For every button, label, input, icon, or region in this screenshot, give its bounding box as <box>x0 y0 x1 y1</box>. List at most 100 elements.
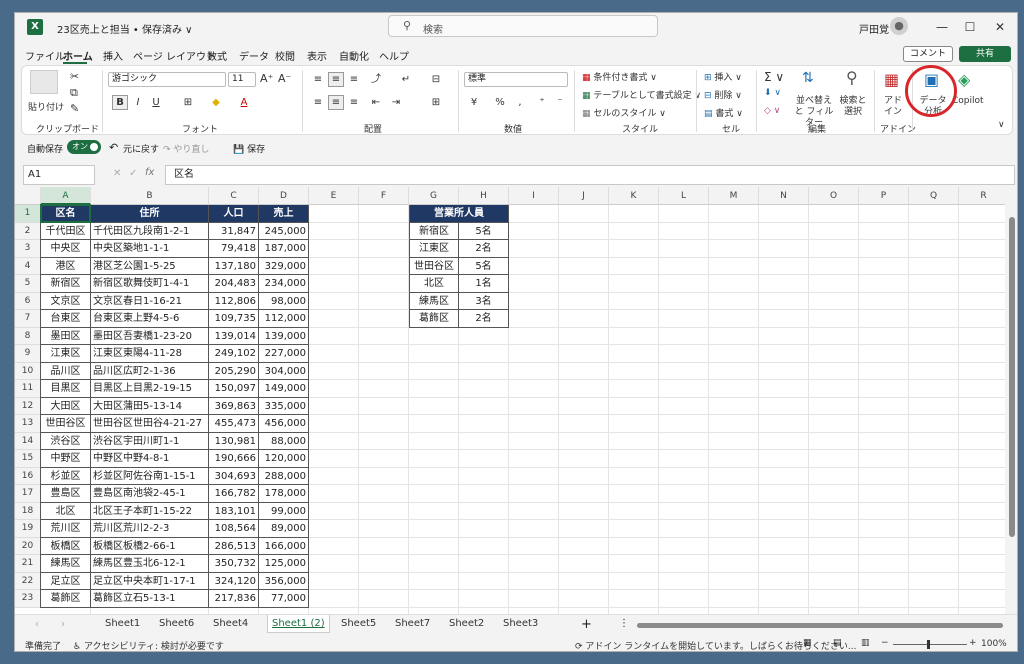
table-cell[interactable]: 183,101 <box>209 502 259 520</box>
menu-tab[interactable]: ページ レイアウト <box>133 48 216 63</box>
delete-cells-button[interactable]: ⊟ 削除 ∨ <box>704 88 742 101</box>
table-cell[interactable]: 目黒区上目黒2-19-15 <box>91 380 209 398</box>
table-cell[interactable]: 89,000 <box>259 520 309 538</box>
table-cell[interactable]: 234,000 <box>259 275 309 293</box>
table-cell[interactable]: 足立区中央本町1-17-1 <box>91 572 209 590</box>
copy-icon[interactable]: ⧉ <box>70 86 78 100</box>
table-cell[interactable]: 中野区中野4-8-1 <box>91 450 209 468</box>
fx-icon[interactable]: fx <box>145 167 154 178</box>
search-box[interactable]: ⚲ 検索 <box>388 15 658 37</box>
find-select-button[interactable]: 検索と 選択 <box>838 96 868 118</box>
table-cell[interactable]: 79,418 <box>209 240 259 258</box>
column-header[interactable]: A <box>41 187 91 205</box>
table-cell[interactable]: 荒川区 <box>41 520 91 538</box>
table-cell[interactable]: 77,000 <box>259 590 309 608</box>
table-cell[interactable]: 304,693 <box>209 467 259 485</box>
percent-icon[interactable]: % <box>492 95 508 110</box>
cell-styles-button[interactable]: ▦ セルのスタイル ∨ <box>582 106 666 119</box>
format-cells-button[interactable]: ▤ 書式 ∨ <box>704 106 743 119</box>
font-size-select[interactable]: 11 <box>228 72 256 87</box>
row-header[interactable]: 4 <box>15 257 41 275</box>
menu-tab[interactable]: データ <box>239 48 269 63</box>
table-cell[interactable]: 新宿区歌舞伎町1-4-1 <box>91 275 209 293</box>
table-cell[interactable]: 練馬区 <box>41 555 91 573</box>
staff-table-cell[interactable]: 2名 <box>459 310 509 328</box>
table-cell[interactable]: 練馬区豊玉北6-12-1 <box>91 555 209 573</box>
menu-tab[interactable]: 校閲 <box>275 48 295 63</box>
table-cell[interactable]: 葛飾区 <box>41 590 91 608</box>
table-cell[interactable]: 112,000 <box>259 310 309 328</box>
align-right-icon[interactable]: ≡ <box>346 95 362 110</box>
table-cell[interactable]: 品川区 <box>41 362 91 380</box>
staff-table-cell[interactable]: 世田谷区 <box>409 257 459 275</box>
table-cell[interactable]: 130,981 <box>209 432 259 450</box>
table-cell[interactable]: 356,000 <box>259 572 309 590</box>
table-cell[interactable]: 139,014 <box>209 327 259 345</box>
column-header[interactable]: E <box>309 187 359 205</box>
italic-button[interactable]: I <box>130 95 146 110</box>
maximize-button[interactable]: ☐ <box>955 17 985 37</box>
align-center-icon[interactable]: ≡ <box>328 95 344 110</box>
table-header-cell[interactable]: 住所 <box>91 205 209 223</box>
staff-table-cell[interactable]: 葛飾区 <box>409 310 459 328</box>
menu-tab[interactable]: ホーム <box>63 48 93 63</box>
autosum-button[interactable]: Σ ∨ <box>764 70 784 84</box>
border-icon[interactable]: ⊞ <box>180 95 196 110</box>
staff-table-cell[interactable]: 3名 <box>459 292 509 310</box>
autosave-toggle[interactable]: オン <box>67 140 101 154</box>
font-color-icon[interactable]: A <box>236 95 252 110</box>
table-cell[interactable]: 286,513 <box>209 537 259 555</box>
sheet-tab[interactable]: Sheet5 <box>341 618 376 629</box>
staff-table-cell[interactable]: 練馬区 <box>409 292 459 310</box>
table-cell[interactable]: 98,000 <box>259 292 309 310</box>
vertical-scroll-thumb[interactable] <box>1009 217 1015 537</box>
user-name[interactable]: 戸田覚 <box>859 21 889 36</box>
table-cell[interactable]: 荒川区荒川2-2-3 <box>91 520 209 538</box>
row-header[interactable]: 11 <box>15 380 41 398</box>
underline-button[interactable]: U <box>148 95 164 110</box>
row-header[interactable]: 13 <box>15 415 41 433</box>
merge-center-icon[interactable]: ⊞ <box>428 95 444 110</box>
table-cell[interactable]: 世田谷区 <box>41 415 91 433</box>
align-top-icon[interactable]: ≡ <box>310 72 326 87</box>
table-cell[interactable]: 166,000 <box>259 537 309 555</box>
align-bottom-icon[interactable]: ≡ <box>346 72 362 87</box>
indent-decrease-icon[interactable]: ⇤ <box>368 95 384 110</box>
decrease-decimal-icon[interactable]: ⁻ <box>552 95 568 110</box>
row-header[interactable]: 22 <box>15 572 41 590</box>
share-button[interactable]: 共有 <box>959 46 1011 62</box>
table-cell[interactable]: 329,000 <box>259 257 309 275</box>
table-cell[interactable]: 109,735 <box>209 310 259 328</box>
table-cell[interactable]: 杉並区 <box>41 467 91 485</box>
zoom-out-icon[interactable]: − <box>881 638 889 648</box>
sheet-tab[interactable]: Sheet3 <box>503 618 538 629</box>
comment-button[interactable]: コメント <box>903 46 953 62</box>
table-header-cell[interactable]: 人口 <box>209 205 259 223</box>
paste-button[interactable]: 貼り付け <box>28 100 64 113</box>
column-header[interactable]: L <box>659 187 709 205</box>
table-cell[interactable]: 板橋区板橋2-66-1 <box>91 537 209 555</box>
table-cell[interactable]: 北区 <box>41 502 91 520</box>
orientation-icon[interactable]: ⤴ <box>368 72 384 87</box>
undo-icon[interactable]: ↶ <box>109 141 118 154</box>
column-header[interactable]: B <box>91 187 209 205</box>
row-header[interactable]: 7 <box>15 310 41 328</box>
staff-table-cell[interactable]: 1名 <box>459 275 509 293</box>
table-cell[interactable]: 台東区 <box>41 310 91 328</box>
sheet-tab[interactable]: Sheet7 <box>395 618 430 629</box>
grow-font-icon[interactable]: A⁺ <box>260 72 273 85</box>
table-cell[interactable]: 120,000 <box>259 450 309 468</box>
copilot-button[interactable]: Copilot <box>952 96 984 106</box>
table-cell[interactable]: 墨田区吾妻橋1-23-20 <box>91 327 209 345</box>
accessibility-status[interactable]: ♿ アクセシビリティ: 検討が必要です <box>73 639 224 651</box>
column-header[interactable]: N <box>759 187 809 205</box>
table-cell[interactable]: 125,000 <box>259 555 309 573</box>
normal-view-icon[interactable]: ▦ <box>803 638 812 648</box>
zoom-in-icon[interactable]: + <box>969 638 977 648</box>
table-cell[interactable]: 150,097 <box>209 380 259 398</box>
table-cell[interactable]: 369,863 <box>209 397 259 415</box>
table-cell[interactable]: 豊島区 <box>41 485 91 503</box>
conditional-format-button[interactable]: ▦ 条件付き書式 ∨ <box>582 70 657 83</box>
cut-icon[interactable]: ✂ <box>70 70 79 83</box>
increase-decimal-icon[interactable]: ⁺ <box>534 95 550 110</box>
